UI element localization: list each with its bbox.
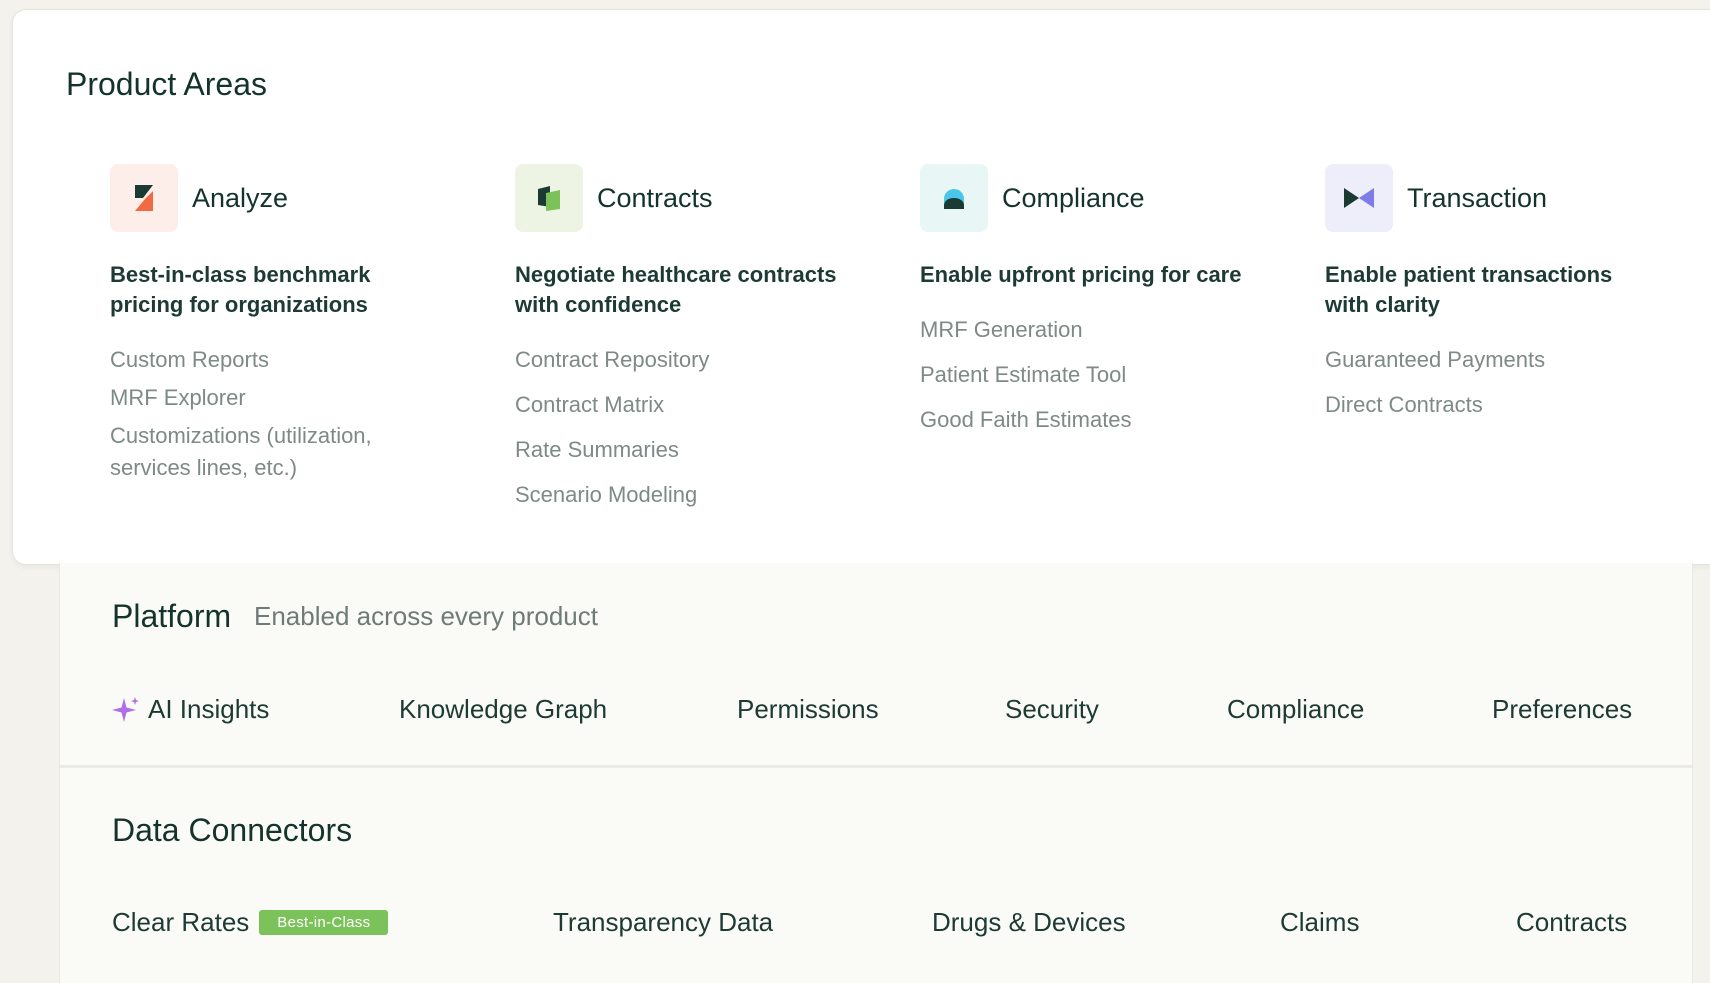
platform-item-label: Permissions	[737, 694, 879, 724]
connector-item-label: Contracts	[1516, 907, 1628, 937]
area-tagline: Negotiate healthcare contracts with conf…	[515, 262, 837, 317]
area-tagline: Enable upfront pricing for care	[920, 262, 1242, 287]
feature-link[interactable]: Rate Summaries	[515, 434, 875, 466]
feature-link[interactable]: Guaranteed Payments	[1325, 344, 1685, 376]
platform-item-ai-insights[interactable]: AI Insights	[112, 694, 269, 725]
area-tagline: Best-in-class benchmark pricing for orga…	[110, 262, 371, 317]
feature-link[interactable]: Contract Repository	[515, 344, 875, 376]
feature-link[interactable]: Scenario Modeling	[515, 479, 875, 511]
platform-title: Platform	[112, 598, 232, 634]
area-name: Transaction	[1407, 182, 1548, 213]
feature-link[interactable]: Custom Reports	[110, 344, 430, 376]
connector-item-label: Claims	[1280, 907, 1360, 937]
connector-item-drugs-devices[interactable]: Drugs & Devices	[932, 907, 1126, 938]
transaction-logo-icon	[1325, 164, 1393, 232]
platform-item-permissions[interactable]: Permissions	[737, 694, 879, 725]
area-tagline: Enable patient transactions with clarity	[1325, 262, 1613, 317]
area-name: Analyze	[192, 182, 289, 213]
feature-link[interactable]: Direct Contracts	[1325, 389, 1685, 421]
connector-item-label: Clear Rates	[112, 907, 250, 937]
area-header[interactable]: Analyze	[110, 164, 470, 232]
feature-link[interactable]: MRF Generation	[920, 314, 1280, 346]
platform-item-compliance[interactable]: Compliance	[1227, 694, 1364, 725]
connector-item-contracts[interactable]: Contracts	[1516, 907, 1627, 938]
product-areas-card: Product Areas Analyze Best-in-class benc…	[12, 9, 1710, 565]
analyze-logo-icon	[110, 164, 178, 232]
platform-item-preferences[interactable]: Preferences	[1492, 694, 1632, 725]
product-area-compliance[interactable]: Compliance Enable upfront pricing for ca…	[920, 164, 1280, 449]
area-header[interactable]: Compliance	[920, 164, 1280, 232]
area-name: Contracts	[597, 182, 713, 213]
platform-item-label: Compliance	[1227, 694, 1365, 724]
feature-link[interactable]: Customizations (utilization, services li…	[110, 420, 430, 484]
sparkle-icon	[112, 696, 140, 724]
connector-item-transparency-data[interactable]: Transparency Data	[553, 907, 773, 938]
feature-link[interactable]: MRF Explorer	[110, 382, 430, 414]
best-in-class-badge: Best-in-Class	[259, 910, 389, 935]
product-area-transaction[interactable]: Transaction Enable patient transactions …	[1325, 164, 1685, 434]
feature-link[interactable]: Patient Estimate Tool	[920, 359, 1280, 391]
platform-item-knowledge-graph[interactable]: Knowledge Graph	[399, 694, 607, 725]
platform-item-label: Knowledge Graph	[399, 694, 608, 724]
area-name: Compliance	[1002, 182, 1145, 213]
contracts-logo-icon	[515, 164, 583, 232]
area-header[interactable]: Contracts	[515, 164, 875, 232]
connector-item-claims[interactable]: Claims	[1280, 907, 1359, 938]
feature-link[interactable]: Good Faith Estimates	[920, 404, 1280, 436]
area-header[interactable]: Transaction	[1325, 164, 1685, 232]
product-area-analyze[interactable]: Analyze Best-in-class benchmark pricing …	[110, 164, 470, 490]
platform-item-label: Preferences	[1492, 694, 1633, 724]
product-area-contracts[interactable]: Contracts Negotiate healthcare contracts…	[515, 164, 875, 524]
product-areas-title: Product Areas	[66, 66, 267, 102]
platform-item-security[interactable]: Security	[1005, 694, 1099, 725]
connector-item-label: Transparency Data	[553, 907, 774, 937]
platform-item-label: AI Insights	[148, 694, 270, 724]
section-divider	[60, 765, 1692, 768]
platform-item-label: Security	[1005, 694, 1099, 724]
connector-item-label: Drugs & Devices	[932, 907, 1126, 937]
platform-and-connectors-panel: Platform Enabled across every product AI…	[59, 563, 1693, 983]
connector-item-clear-rates[interactable]: Clear Rates Best-in-Class	[112, 907, 389, 938]
feature-link[interactable]: Contract Matrix	[515, 389, 875, 421]
platform-subtitle: Enabled across every product	[254, 601, 598, 631]
data-connectors-title: Data Connectors	[112, 812, 353, 848]
compliance-logo-icon	[920, 164, 988, 232]
